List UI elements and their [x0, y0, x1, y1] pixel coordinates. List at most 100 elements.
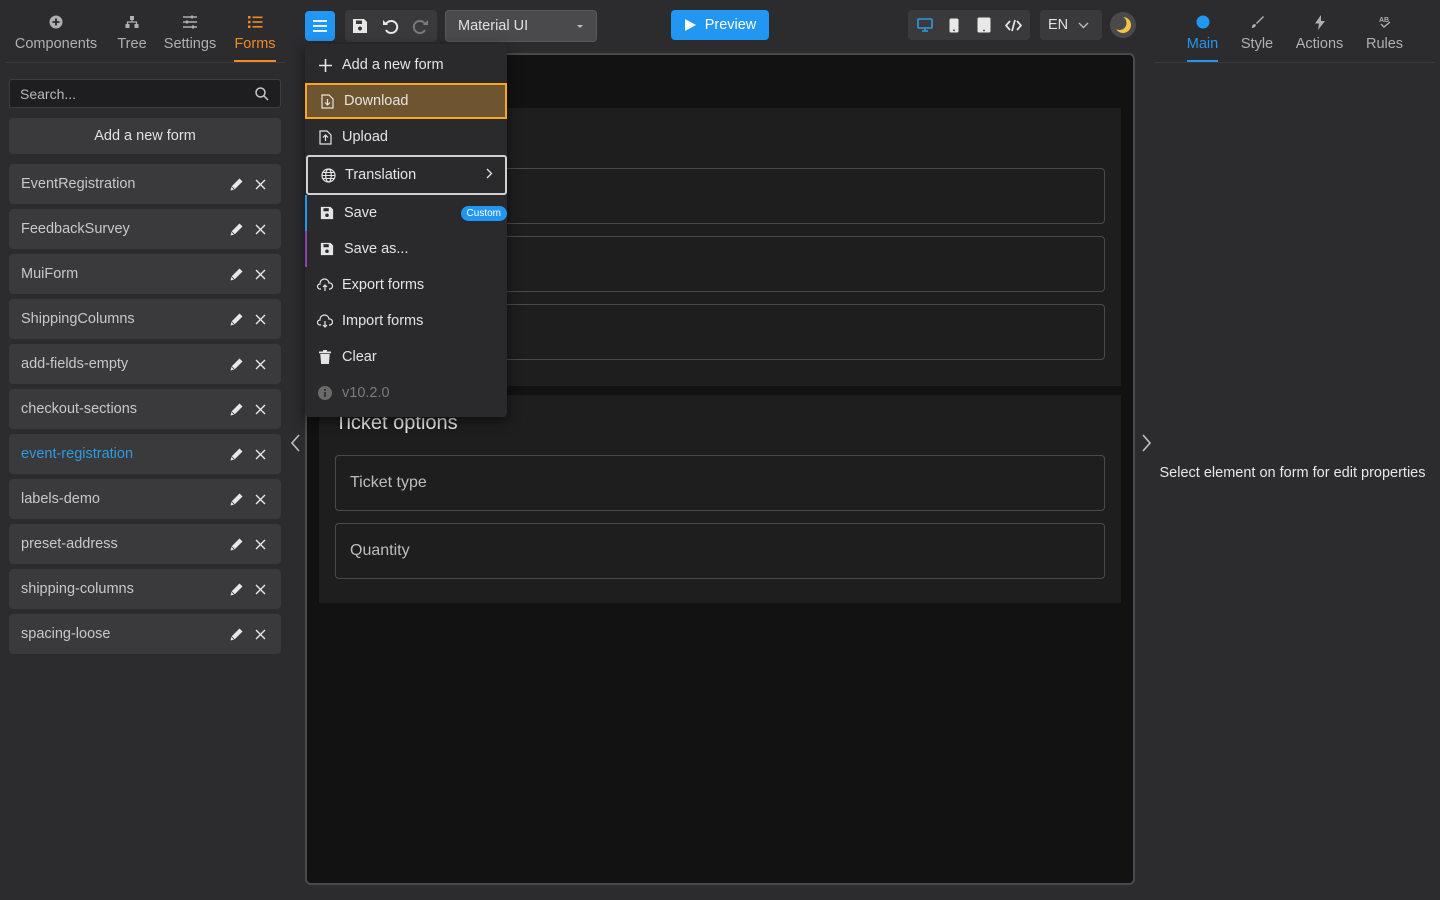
- delete-form-button[interactable]: [251, 265, 269, 283]
- form-name: event-registration: [21, 446, 134, 462]
- menu-item-label: Upload: [342, 129, 388, 145]
- chevron-right-icon: [486, 168, 493, 179]
- form-list-item[interactable]: checkout-sections: [9, 389, 281, 429]
- delete-form-button[interactable]: [251, 445, 269, 463]
- cloud-upload-icon: [317, 277, 333, 293]
- tab-main[interactable]: Main: [1187, 8, 1218, 62]
- delete-form-button[interactable]: [251, 400, 269, 418]
- mobile-view-button[interactable]: [940, 10, 970, 40]
- menu-item-label: Add a new form: [342, 57, 444, 73]
- delete-form-button[interactable]: [251, 175, 269, 193]
- edit-form-button[interactable]: [227, 310, 245, 328]
- code-view-button[interactable]: [999, 10, 1029, 40]
- delete-form-button[interactable]: [251, 625, 269, 643]
- pencil-icon: [230, 223, 243, 236]
- language-select[interactable]: EN: [1040, 10, 1102, 40]
- close-icon: [255, 359, 266, 370]
- menu-item-upload[interactable]: Upload: [305, 119, 507, 155]
- edit-form-button[interactable]: [227, 175, 245, 193]
- edit-form-button[interactable]: [227, 445, 245, 463]
- chevron-right-icon: [1141, 434, 1151, 452]
- edit-form-button[interactable]: [227, 580, 245, 598]
- form-name: add-fields-empty: [21, 356, 129, 372]
- tab-tree[interactable]: Tree: [112, 8, 152, 62]
- redo-button[interactable]: [405, 10, 435, 42]
- delete-form-button[interactable]: [251, 580, 269, 598]
- trash-icon: [317, 349, 333, 365]
- main-menu-button[interactable]: [305, 11, 335, 41]
- edit-form-button[interactable]: [227, 625, 245, 643]
- hamburger-icon: [313, 20, 327, 32]
- tab-forms[interactable]: Forms: [234, 8, 276, 62]
- form-list-item[interactable]: FeedbackSurvey: [9, 209, 281, 249]
- list-icon: [247, 12, 263, 32]
- form-list-item[interactable]: ShippingColumns: [9, 299, 281, 339]
- menu-item-save[interactable]: Save Custom: [305, 195, 507, 231]
- close-icon: [255, 494, 266, 505]
- delete-form-button[interactable]: [251, 535, 269, 553]
- form-list-item[interactable]: MuiForm: [9, 254, 281, 294]
- floppy-icon: [319, 241, 335, 257]
- desktop-view-button[interactable]: [910, 10, 940, 40]
- collapse-right-panel-button[interactable]: [1136, 431, 1156, 455]
- menu-item-translation[interactable]: Translation: [306, 155, 507, 195]
- menu-item-download[interactable]: Download: [305, 83, 507, 119]
- delete-form-button[interactable]: [251, 490, 269, 508]
- delete-form-button[interactable]: [251, 310, 269, 328]
- search-icon[interactable]: [254, 86, 270, 102]
- tab-style-label: Style: [1240, 36, 1274, 52]
- quantity-field[interactable]: Quantity: [335, 523, 1105, 579]
- tablet-view-button[interactable]: [969, 10, 999, 40]
- menu-item-clear[interactable]: Clear: [305, 339, 507, 375]
- menu-item-add-new-form[interactable]: Add a new form: [305, 47, 507, 83]
- tab-style[interactable]: Style: [1241, 8, 1273, 62]
- tab-components[interactable]: Components: [12, 8, 100, 62]
- bolt-icon: [1314, 12, 1325, 32]
- left-tab-bar: Components Tree Settings Forms: [6, 0, 286, 63]
- form-list-item[interactable]: spacing-loose: [9, 614, 281, 654]
- undo-button[interactable]: [375, 10, 405, 42]
- edit-form-button[interactable]: [227, 220, 245, 238]
- theme-select[interactable]: Material UI: [445, 10, 597, 42]
- edit-form-button[interactable]: [227, 265, 245, 283]
- form-list-item[interactable]: EventRegistration: [9, 164, 281, 204]
- collapse-left-panel-button[interactable]: [286, 431, 306, 455]
- menu-item-export-forms[interactable]: Export forms: [305, 267, 507, 303]
- form-section-ticket-options[interactable]: Ticket options Ticket type Quantity: [319, 395, 1121, 603]
- file-upload-icon: [317, 129, 333, 145]
- form-list-item[interactable]: add-fields-empty: [9, 344, 281, 384]
- ticket-type-field[interactable]: Ticket type: [335, 455, 1105, 511]
- delete-form-button[interactable]: [251, 355, 269, 373]
- form-list-item[interactable]: event-registration: [9, 434, 281, 474]
- delete-form-button[interactable]: [251, 220, 269, 238]
- form-list-item[interactable]: preset-address: [9, 524, 281, 564]
- edit-form-button[interactable]: [227, 535, 245, 553]
- tab-settings[interactable]: Settings: [162, 8, 218, 62]
- ab-icon: AB: [1377, 12, 1393, 32]
- save-button[interactable]: [345, 10, 375, 42]
- svg-text:AB: AB: [1379, 17, 1389, 24]
- form-list-item[interactable]: shipping-columns: [9, 569, 281, 609]
- menu-item-import-forms[interactable]: Import forms: [305, 303, 507, 339]
- pencil-icon: [230, 628, 243, 641]
- chevron-left-icon: [291, 434, 301, 452]
- tab-components-label: Components: [14, 36, 98, 52]
- search-box: [9, 79, 281, 108]
- preview-button[interactable]: Preview: [671, 10, 769, 40]
- form-list-item[interactable]: labels-demo: [9, 479, 281, 519]
- edit-form-button[interactable]: [227, 355, 245, 373]
- dark-mode-toggle[interactable]: [1110, 12, 1136, 38]
- tab-actions[interactable]: Actions: [1296, 8, 1343, 62]
- edit-tool-group: [345, 10, 437, 42]
- tab-rules[interactable]: AB Rules: [1366, 8, 1403, 62]
- pencil-icon: [230, 448, 243, 461]
- plus-icon: [317, 57, 333, 73]
- menu-item-save-as[interactable]: Save as...: [305, 231, 507, 267]
- add-new-form-button[interactable]: Add a new form: [9, 118, 281, 154]
- edit-form-button[interactable]: [227, 400, 245, 418]
- search-input[interactable]: [20, 85, 254, 102]
- close-icon: [255, 314, 266, 325]
- edit-form-button[interactable]: [227, 490, 245, 508]
- caret-down-icon: [576, 24, 584, 29]
- redo-icon: [412, 18, 429, 35]
